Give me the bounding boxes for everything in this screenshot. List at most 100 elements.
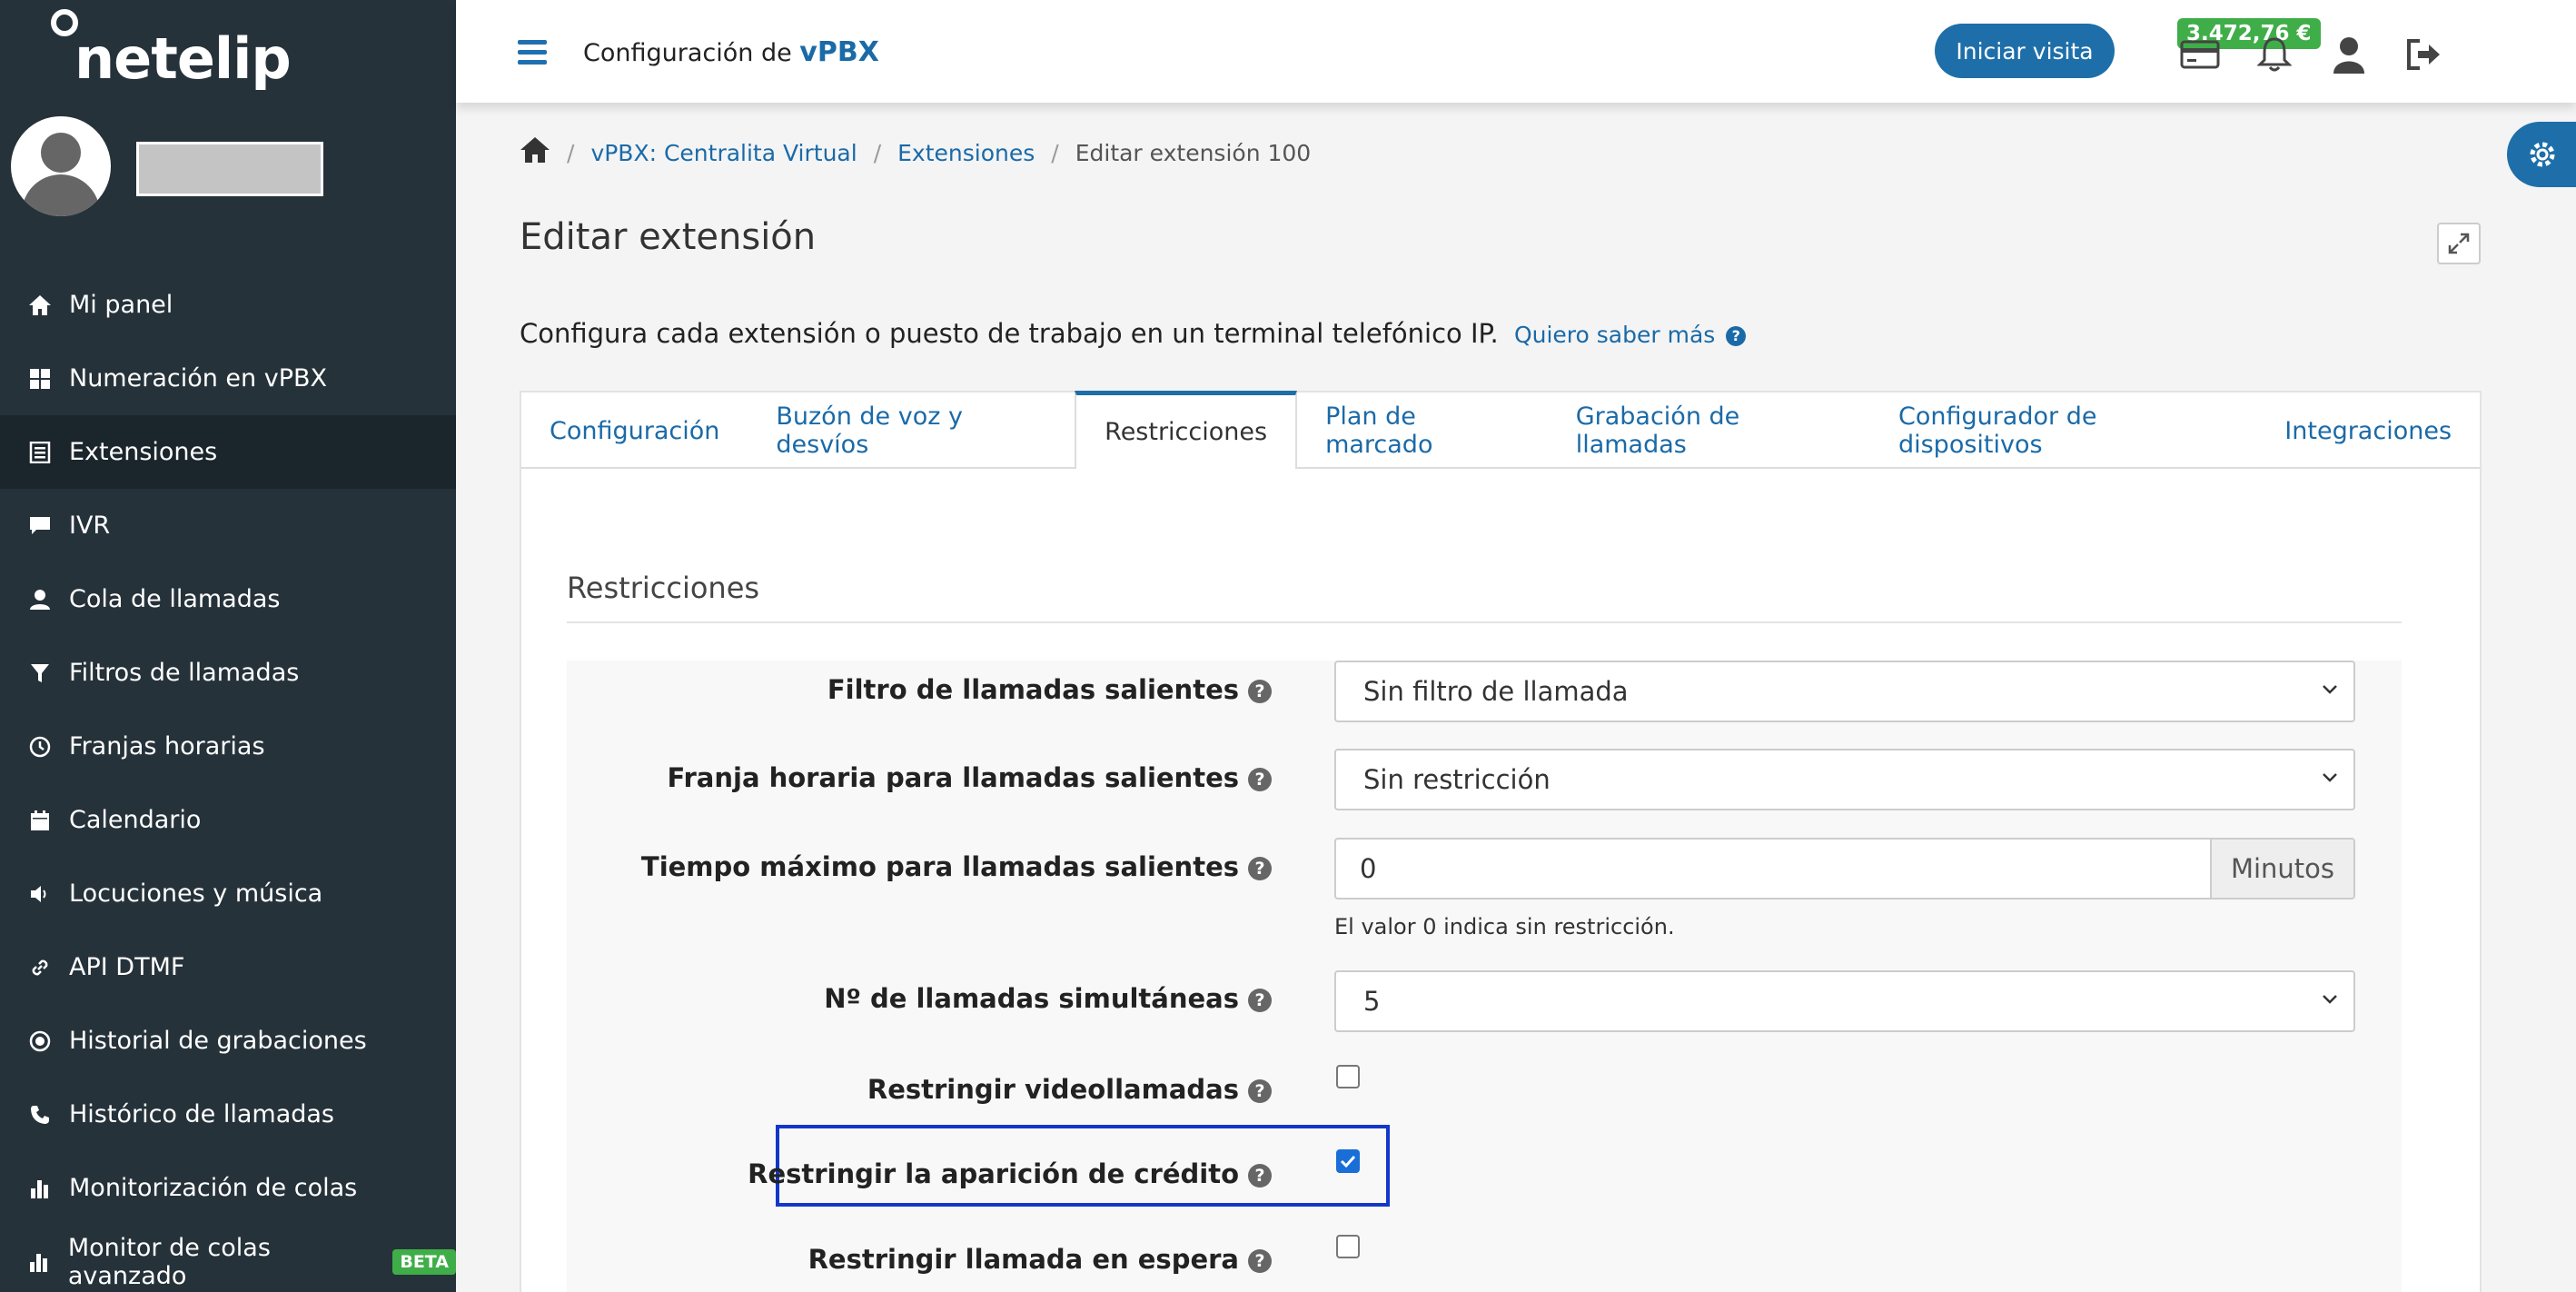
sidebar-item-api-dtmf[interactable]: API DTMF [0,930,456,1004]
tab-configurador-dispositivos[interactable]: Configurador de dispositivos [1870,393,2256,469]
chevron-down-icon [2323,995,2337,1004]
user-profile-icon[interactable] [2329,35,2369,75]
clock-icon [27,734,53,760]
header-title: Configuración de vPBX [583,36,879,68]
top-header: Configuración de vPBX Iniciar visita 3.4… [456,0,2576,103]
phone-icon [27,1102,53,1128]
calendar-icon [27,808,53,833]
avatar[interactable] [11,116,111,216]
select-value: 5 [1363,986,1381,1017]
sidebar-item-label: Monitorización de colas [69,1174,358,1202]
sidebar-item-locuciones[interactable]: Locuciones y música [0,857,456,930]
speaker-icon [27,881,53,907]
outgoing-filter-select[interactable]: Sin filtro de llamada [1334,661,2355,722]
max-time-input-group: 0 Minutos [1334,838,2355,899]
sidebar-item-mi-panel[interactable]: Mi panel [0,268,456,342]
link-icon [27,955,53,980]
bar-chart-icon [27,1249,52,1275]
help-icon[interactable]: ? [1248,1079,1272,1103]
sidebar-item-label: Franjas horarias [69,732,265,760]
select-value: Sin restricción [1363,764,1551,795]
sidebar-item-monitorizacion[interactable]: Monitorización de colas [0,1151,456,1225]
sidebar-item-calendario[interactable]: Calendario [0,783,456,857]
tab-bar: Configuración Buzón de voz y desvíos Res… [521,391,2480,469]
help-icon[interactable]: ? [1248,989,1272,1012]
section-title: Restricciones [567,571,760,605]
restrict-video-checkbox[interactable] [1336,1065,1360,1088]
outgoing-timeslot-select[interactable]: Sin restricción [1334,749,2355,810]
sidebar-item-label: IVR [69,512,111,540]
credit-card-icon[interactable] [2180,35,2220,75]
sidebar-item-filtros[interactable]: Filtros de llamadas [0,636,456,710]
username-placeholder [136,142,323,196]
record-icon [27,1029,53,1054]
outgoing-filter-label: Filtro de llamadas salientes? [827,674,1272,705]
sidebar-item-monitor-avanzado[interactable]: Monitor de colas avanzado BETA [0,1225,456,1292]
intro-text: Configura cada extensión o puesto de tra… [520,318,1499,349]
user-icon [27,587,53,612]
sidebar-item-label: Locuciones y música [69,880,323,908]
breadcrumb-home-icon[interactable] [520,136,550,169]
breadcrumb-separator: / [1051,139,1059,166]
start-visit-button[interactable]: Iniciar visita [1935,24,2115,78]
sidebar-item-label: Historial de grabaciones [69,1027,367,1055]
simultaneous-select[interactable]: 5 [1334,970,2355,1032]
outgoing-timeslot-label: Franja horaria para llamadas salientes? [668,762,1272,793]
learn-more-link[interactable]: Quiero saber más ? [1514,322,1747,348]
help-icon[interactable]: ? [1248,1164,1272,1188]
restrict-hold-label: Restringir llamada en espera? [808,1244,1272,1275]
restrict-video-label: Restringir videollamadas? [867,1074,1272,1105]
sidebar-item-historial-grabaciones[interactable]: Historial de grabaciones [0,1004,456,1078]
header-title-prefix: Configuración de [583,39,792,67]
help-icon[interactable]: ? [1248,680,1272,703]
max-time-input[interactable]: 0 [1334,838,2212,899]
restrict-credit-label: Restringir la aparición de crédito? [748,1158,1272,1189]
help-icon[interactable]: ? [1248,768,1272,791]
tab-restricciones[interactable]: Restricciones [1075,391,1298,469]
hamburger-menu-icon[interactable] [518,40,547,65]
sidebar-item-extensiones[interactable]: Extensiones [0,415,456,489]
tab-integraciones[interactable]: Integraciones [2256,393,2480,469]
help-icon[interactable]: ? [1248,1249,1272,1273]
sidebar-item-label: Histórico de llamadas [69,1100,335,1128]
sidebar-item-label: Calendario [69,806,202,834]
sidebar-item-label: Monitor de colas avanzado [67,1233,271,1290]
restrict-hold-checkbox[interactable] [1336,1235,1360,1258]
expand-icon[interactable] [2437,223,2481,264]
page-intro: Configura cada extensión o puesto de tra… [520,318,1747,349]
netelip-logo[interactable]: netelip [47,9,292,92]
sidebar-item-label: Extensiones [69,438,218,466]
chevron-down-icon [2323,773,2337,782]
help-icon: ? [1726,326,1747,346]
tab-buzon-voz[interactable]: Buzón de voz y desvíos [748,393,1075,469]
max-time-hint: El valor 0 indica sin restricción. [1334,914,1675,939]
settings-gear-icon[interactable] [2507,122,2576,187]
chevron-down-icon [2323,685,2337,694]
sidebar-item-franjas[interactable]: Franjas horarias [0,710,456,783]
sidebar-item-numeracion[interactable]: Numeración en vPBX [0,342,456,415]
tab-grabacion[interactable]: Grabación de llamadas [1548,393,1870,469]
filter-icon [27,661,53,686]
breadcrumb-vpbx[interactable]: vPBX: Centralita Virtual [590,140,857,166]
help-icon[interactable]: ? [1248,857,1272,880]
breadcrumb-separator: / [873,139,882,166]
sidebar-item-label: Mi panel [69,291,173,319]
grid-icon [27,366,53,392]
simultaneous-label: Nº de llamadas simultáneas? [824,983,1272,1014]
chat-icon [27,513,53,539]
max-time-label: Tiempo máximo para llamadas salientes? [641,851,1272,882]
sidebar-item-cola[interactable]: Cola de llamadas [0,562,456,636]
list-icon [27,440,53,465]
logout-icon[interactable] [2403,35,2443,75]
sidebar-item-ivr[interactable]: IVR [0,489,456,562]
bell-icon[interactable] [2254,35,2294,75]
tab-plan-marcado[interactable]: Plan de marcado [1297,393,1548,469]
section-divider [567,621,2402,623]
restrict-credit-checkbox[interactable] [1336,1149,1360,1173]
sidebar-nav: Mi panel Numeración en vPBX Extensiones … [0,268,456,1292]
tab-configuracion[interactable]: Configuración [521,393,748,469]
sidebar-item-historico-llamadas[interactable]: Histórico de llamadas [0,1078,456,1151]
sidebar-item-label: Filtros de llamadas [69,659,300,687]
bar-chart-icon [27,1176,53,1201]
breadcrumb-extensiones[interactable]: Extensiones [897,140,1035,166]
